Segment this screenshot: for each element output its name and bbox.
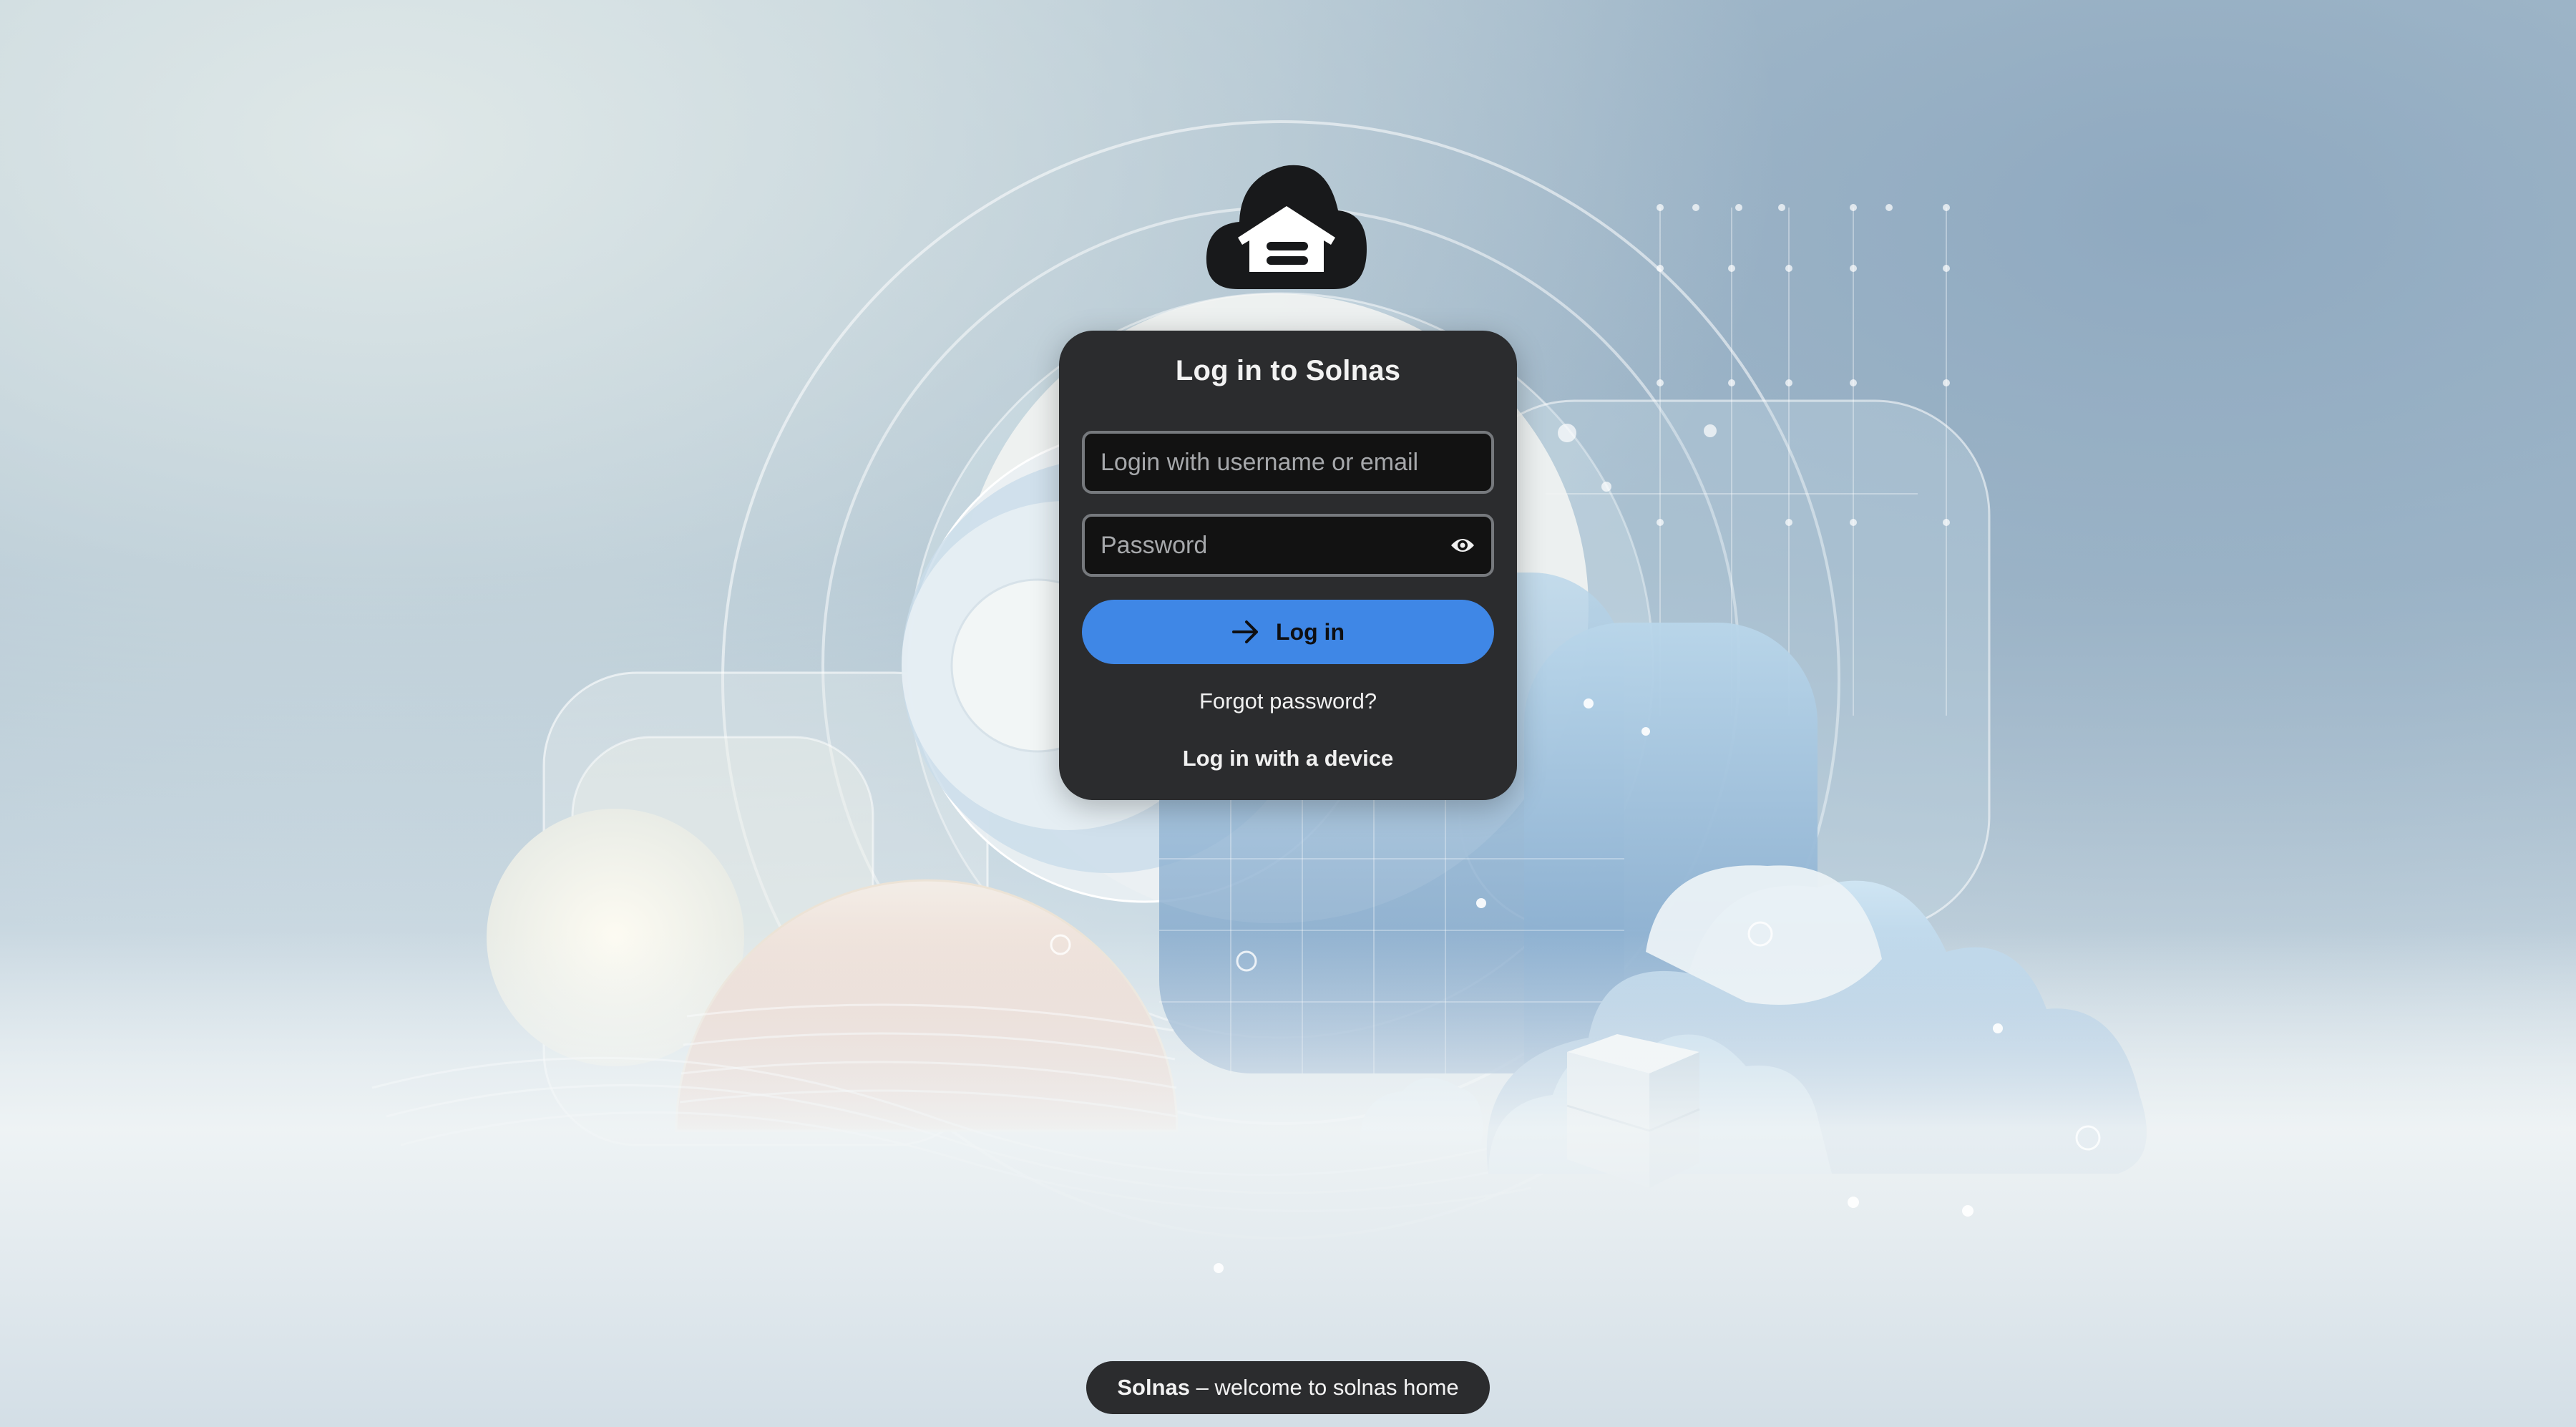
- footer-banner: Solnas – welcome to solnas home: [1086, 1361, 1490, 1414]
- login-card: Log in to Solnas Log in Forgot password?…: [1059, 331, 1517, 800]
- password-input[interactable]: [1101, 517, 1444, 574]
- cloud-house-logo-icon: [1206, 165, 1367, 289]
- password-field[interactable]: [1082, 514, 1494, 577]
- login-button[interactable]: Log in: [1082, 600, 1494, 664]
- footer-tagline: – welcome to solnas home: [1190, 1375, 1459, 1400]
- username-input[interactable]: [1101, 434, 1444, 491]
- forgot-password-link[interactable]: Forgot password?: [1059, 688, 1517, 714]
- login-title: Log in to Solnas: [1175, 355, 1401, 386]
- footer-brand: Solnas: [1117, 1375, 1190, 1400]
- username-field[interactable]: [1082, 431, 1494, 494]
- device-login-link[interactable]: Log in with a device: [1059, 746, 1517, 771]
- eye-icon[interactable]: [1450, 535, 1475, 555]
- arrow-right-icon: [1232, 620, 1259, 643]
- login-button-label: Log in: [1276, 618, 1345, 645]
